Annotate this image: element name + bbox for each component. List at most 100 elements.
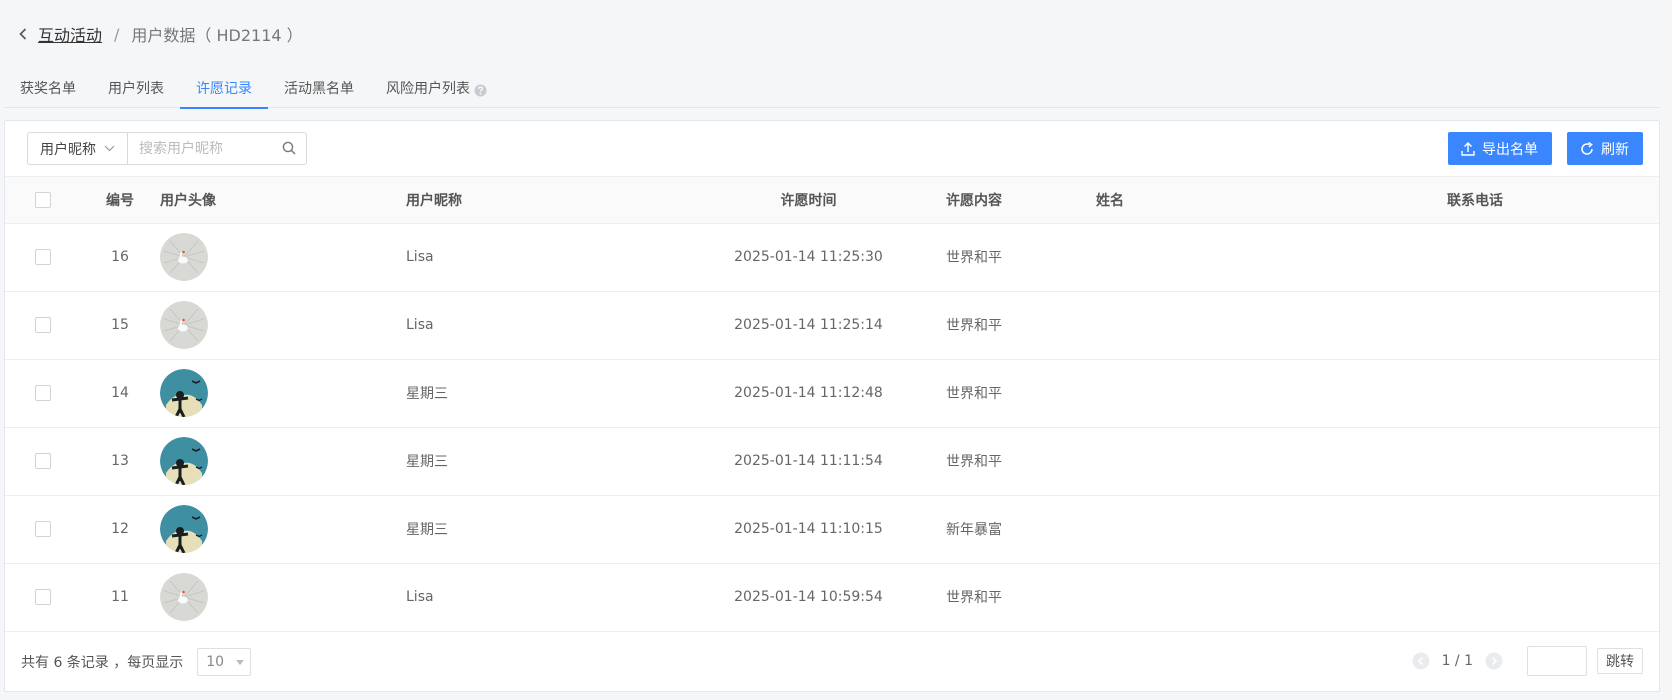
cell-content: 世界和平 xyxy=(946,454,1002,470)
table-row[interactable]: 11 Lisa 2025-01-14 10:59:54 世界和平 xyxy=(5,563,1659,631)
row-select-cell xyxy=(5,291,80,359)
pagination: 1 / 1 跳转 xyxy=(1412,646,1643,676)
cell-nickname: 星期三 xyxy=(406,386,448,402)
avatar xyxy=(160,573,208,621)
cell-name xyxy=(1096,291,1291,359)
cell-number: 12 xyxy=(111,521,129,537)
cell-phone xyxy=(1291,427,1659,495)
page: 互动活动 / 用户数据（ HD2114 ） 获奖名单 用户列表 许愿记录 活动黑… xyxy=(0,0,1672,700)
search-input[interactable] xyxy=(128,133,306,164)
table-row[interactable]: 14 星期三 2025-01-14 11:12:48 世界和平 xyxy=(5,359,1659,427)
page-size-select[interactable]: 10 xyxy=(197,648,252,676)
cell-nickname: Lisa xyxy=(406,249,434,265)
chevron-right-circle-icon[interactable] xyxy=(1485,652,1503,670)
table-header-row: 编号 用户头像 用户昵称 许愿时间 许愿内容 姓名 联系电话 xyxy=(5,177,1659,224)
cell-time: 2025-01-14 11:12:48 xyxy=(734,385,883,401)
cell-phone xyxy=(1291,223,1659,291)
refresh-button[interactable]: 刷新 xyxy=(1567,132,1643,165)
cell-time: 2025-01-14 11:25:14 xyxy=(734,317,883,333)
cell-content: 世界和平 xyxy=(946,386,1002,402)
export-list-label: 导出名单 xyxy=(1482,141,1538,158)
avatar xyxy=(160,301,208,349)
breadcrumb-parent-link[interactable]: 互动活动 xyxy=(38,22,102,46)
page-indicator: 1 / 1 xyxy=(1441,653,1473,669)
tab-winners[interactable]: 获奖名单 xyxy=(4,78,92,108)
row-checkbox[interactable] xyxy=(34,589,51,605)
cell-time: 2025-01-14 10:59:54 xyxy=(734,589,883,605)
page-size-value: 10 xyxy=(206,654,225,670)
cell-avatar xyxy=(160,427,406,495)
cell-avatar xyxy=(160,291,406,359)
header-content: 许愿内容 xyxy=(946,177,1096,224)
export-list-button[interactable]: 导出名单 xyxy=(1448,132,1552,165)
jump-page-input[interactable] xyxy=(1527,646,1587,676)
cell-avatar xyxy=(160,359,406,427)
row-select-cell xyxy=(5,223,80,291)
tab-blacklist[interactable]: 活动黑名单 xyxy=(268,78,370,108)
avatar xyxy=(160,437,208,485)
cell-nickname: 星期三 xyxy=(406,454,448,470)
row-select-cell xyxy=(5,563,80,631)
cell-phone xyxy=(1291,495,1659,563)
table-row[interactable]: 12 星期三 2025-01-14 11:10:15 新年暴富 xyxy=(5,495,1659,563)
tab-wish-records[interactable]: 许愿记录 xyxy=(180,78,268,109)
row-select-cell xyxy=(5,495,80,563)
tab-bar: 获奖名单 用户列表 许愿记录 活动黑名单 风险用户列表 xyxy=(4,78,1660,109)
header-nickname: 用户昵称 xyxy=(406,177,671,224)
header-number: 编号 xyxy=(80,177,160,224)
table-row[interactable]: 16 Lisa 2025-01-14 11:25:30 世界和平 xyxy=(5,223,1659,291)
cell-number: 13 xyxy=(111,453,129,469)
tab-label: 获奖名单 xyxy=(20,81,76,97)
cell-name xyxy=(1096,427,1291,495)
header-name: 姓名 xyxy=(1096,177,1291,224)
jump-label: 跳转 xyxy=(1606,654,1634,670)
row-checkbox[interactable] xyxy=(34,317,51,333)
tab-label: 风险用户列表 xyxy=(386,81,470,97)
tab-label: 用户列表 xyxy=(108,81,164,97)
cell-number: 14 xyxy=(111,385,129,401)
cell-content: 世界和平 xyxy=(946,590,1002,606)
table-row[interactable]: 15 Lisa 2025-01-14 11:25:14 世界和平 xyxy=(5,291,1659,359)
header-time: 许愿时间 xyxy=(671,177,946,224)
tab-label: 活动黑名单 xyxy=(284,81,354,97)
cell-phone xyxy=(1291,359,1659,427)
tab-user-list[interactable]: 用户列表 xyxy=(92,78,180,108)
breadcrumb: 互动活动 / 用户数据（ HD2114 ） xyxy=(14,20,303,48)
cell-time: 2025-01-14 11:25:30 xyxy=(734,249,883,265)
row-checkbox[interactable] xyxy=(34,453,51,469)
cell-phone xyxy=(1291,563,1659,631)
search-input-wrap xyxy=(128,133,306,164)
upload-icon xyxy=(1460,141,1476,157)
tab-risk-users[interactable]: 风险用户列表 xyxy=(370,78,503,108)
jump-button[interactable]: 跳转 xyxy=(1597,648,1643,674)
row-checkbox[interactable] xyxy=(34,249,51,265)
header-avatar: 用户头像 xyxy=(160,177,406,224)
avatar xyxy=(160,369,208,417)
header-phone: 联系电话 xyxy=(1291,177,1659,224)
chevron-left-icon[interactable] xyxy=(14,25,32,43)
header-select-all xyxy=(5,177,80,224)
select-all-checkbox[interactable] xyxy=(34,191,51,208)
row-select-cell xyxy=(5,359,80,427)
breadcrumb-separator: / xyxy=(114,24,120,44)
row-checkbox[interactable] xyxy=(34,521,51,537)
search-field-select[interactable]: 用户昵称 xyxy=(28,133,128,164)
cell-content: 世界和平 xyxy=(946,318,1002,334)
refresh-icon xyxy=(1579,141,1595,157)
caret-down-icon xyxy=(236,659,245,665)
row-checkbox[interactable] xyxy=(34,385,51,401)
cell-phone xyxy=(1291,291,1659,359)
cell-number: 16 xyxy=(111,249,129,265)
search-field-label: 用户昵称 xyxy=(40,141,96,158)
question-circle-icon[interactable] xyxy=(474,82,487,104)
cell-avatar xyxy=(160,563,406,631)
chevron-down-icon xyxy=(104,145,115,152)
search-group: 用户昵称 xyxy=(27,132,307,165)
table-row[interactable]: 13 星期三 2025-01-14 11:11:54 世界和平 xyxy=(5,427,1659,495)
table-footer: 共有 6 条记录 ，每页显示 10 1 / 1 跳转 xyxy=(5,630,1659,691)
chevron-left-circle-icon[interactable] xyxy=(1412,652,1430,670)
search-icon[interactable] xyxy=(282,141,296,159)
cell-content: 世界和平 xyxy=(946,250,1002,266)
cell-number: 11 xyxy=(111,589,129,605)
cell-nickname: Lisa xyxy=(406,589,434,605)
